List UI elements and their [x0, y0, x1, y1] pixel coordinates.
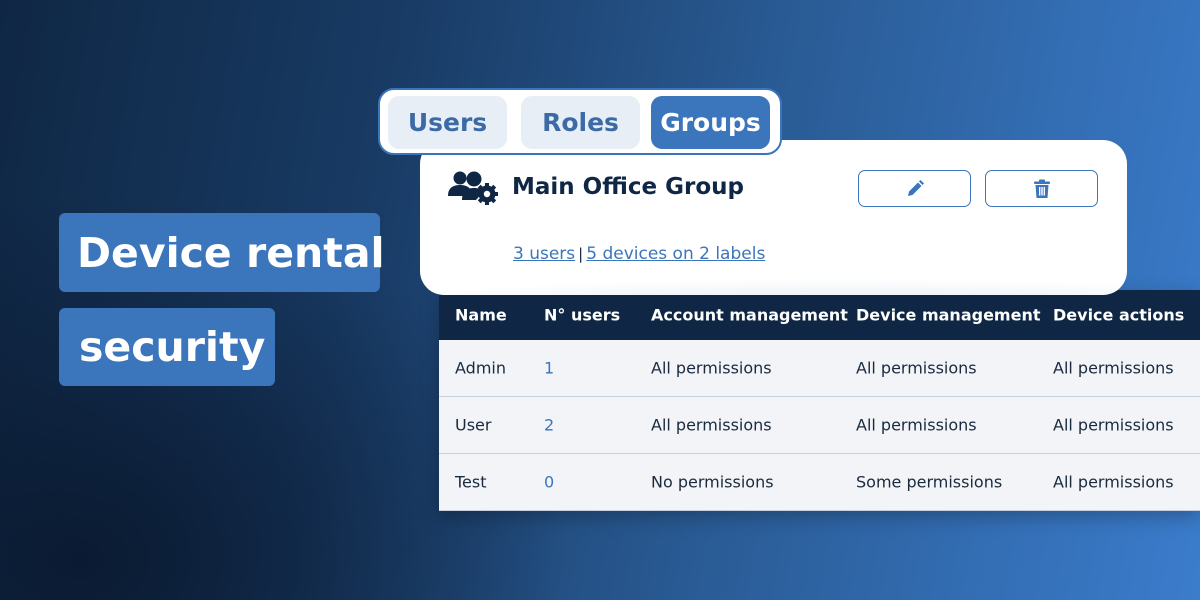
- table-row[interactable]: Test 0 No permissions Some permissions A…: [439, 454, 1200, 511]
- headline-text-1: Device rental: [77, 228, 385, 277]
- table-row[interactable]: Admin 1 All permissions All permissions …: [439, 340, 1200, 397]
- column-header-account-management[interactable]: Account management: [651, 306, 848, 325]
- column-header-name[interactable]: Name: [455, 306, 507, 325]
- cell-device-actions: All permissions: [1053, 358, 1174, 378]
- tab-users[interactable]: Users: [388, 96, 507, 149]
- tab-bar: Users Roles Groups: [378, 88, 782, 155]
- links-separator: |: [578, 245, 584, 263]
- cell-device-actions: All permissions: [1053, 472, 1174, 492]
- cell-device-management: All permissions: [856, 415, 977, 435]
- cell-name: User: [455, 415, 492, 435]
- group-card: Main Office Group 3 users | 5 devices on 2…: [420, 140, 1127, 295]
- group-summary-links: 3 users | 5 devices on 2 labels: [513, 244, 765, 264]
- users-cog-icon: [448, 171, 498, 205]
- headline-line-2: security: [59, 308, 275, 386]
- cell-name: Admin: [455, 358, 506, 378]
- permissions-table: Name N° users Account management Device …: [439, 290, 1200, 511]
- cell-account-management: All permissions: [651, 358, 772, 378]
- cell-account-management: All permissions: [651, 415, 772, 435]
- cell-device-actions: All permissions: [1053, 415, 1174, 435]
- cell-user-count[interactable]: 2: [544, 416, 554, 435]
- cell-user-count[interactable]: 1: [544, 359, 554, 378]
- delete-group-button[interactable]: [985, 170, 1098, 207]
- table-row[interactable]: User 2 All permissions All permissions A…: [439, 397, 1200, 454]
- tab-roles[interactable]: Roles: [521, 96, 640, 149]
- cell-name: Test: [455, 472, 487, 492]
- cell-device-management: Some permissions: [856, 472, 1003, 492]
- column-header-device-actions[interactable]: Device actions: [1053, 306, 1184, 325]
- cell-user-count[interactable]: 0: [544, 473, 554, 492]
- headline-line-1: Device rental: [59, 213, 385, 292]
- trash-icon: [1033, 179, 1050, 198]
- headline-text-2: security: [79, 323, 266, 371]
- tab-groups[interactable]: Groups: [651, 96, 770, 149]
- pencil-icon: [907, 179, 924, 196]
- cell-account-management: No permissions: [651, 472, 774, 492]
- column-header-users[interactable]: N° users: [544, 306, 620, 325]
- table-header-row: Name N° users Account management Device …: [439, 290, 1200, 340]
- group-title: Main Office Group: [512, 174, 744, 200]
- edit-group-button[interactable]: [858, 170, 971, 207]
- column-header-device-management[interactable]: Device management: [856, 306, 1040, 325]
- users-count-link[interactable]: 3 users: [513, 244, 575, 264]
- devices-count-link[interactable]: 5 devices on 2 labels: [586, 244, 765, 264]
- cell-device-management: All permissions: [856, 358, 977, 378]
